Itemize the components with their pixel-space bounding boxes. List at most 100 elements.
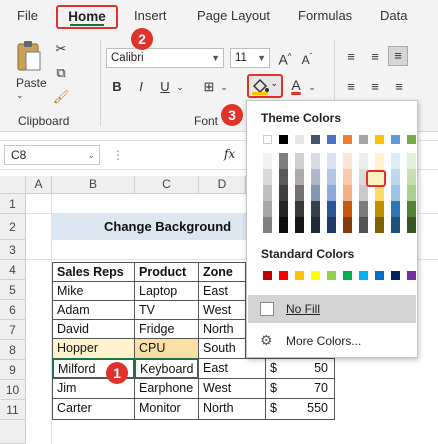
theme-shade-swatch[interactable] [375,217,384,233]
theme-color-swatch[interactable] [343,135,352,144]
standard-color-swatch[interactable] [343,271,352,280]
table-cell[interactable]: TV [134,300,199,320]
grow-font-icon[interactable]: A^ [276,48,294,69]
theme-color-swatch[interactable] [327,135,336,144]
table-cell[interactable]: Adam [52,300,135,320]
table-cell[interactable]: Fridge [134,319,199,339]
theme-shade-swatch[interactable] [327,217,336,233]
theme-shade-swatch[interactable] [263,153,272,169]
column-header-d[interactable]: D [199,176,246,194]
row-header[interactable]: 1 [0,194,26,214]
theme-shade-swatch[interactable] [407,153,416,169]
align-left-icon[interactable]: ≡ [342,78,360,96]
standard-color-swatch[interactable] [407,271,416,280]
table-header-cell[interactable]: Zone [198,262,246,282]
row-header[interactable]: 9 [0,360,26,380]
table-cell[interactable]: East [198,358,266,379]
amount-cell[interactable]: $ 50 [265,358,335,379]
tab-data[interactable]: Data [380,8,407,23]
theme-shade-swatch[interactable] [327,201,336,217]
font-color-button[interactable]: A [288,76,304,94]
sheet-title-cell[interactable]: Change Background [52,214,246,240]
theme-shade-swatch[interactable] [279,201,288,217]
theme-shade-swatch[interactable] [263,169,272,185]
theme-shade-swatch[interactable] [391,185,400,201]
table-cell[interactable]: Earphone [134,378,199,399]
fill-color-button[interactable]: ⌄ [247,74,283,98]
theme-shade-swatch[interactable] [311,153,320,169]
row-header[interactable]: 4 [0,260,26,280]
theme-shade-swatch[interactable] [295,169,304,185]
row-header[interactable]: 11 [0,400,26,420]
table-cell[interactable]: Carter [52,398,135,420]
table-cell[interactable]: West [198,300,246,320]
select-all-corner[interactable] [0,176,26,194]
table-cell[interactable]: Laptop [134,281,199,301]
row-header[interactable]: 2 [0,214,26,240]
font-size-dropdown[interactable]: 11 ▼ [230,48,270,68]
chevron-down-icon[interactable]: ⌄ [218,78,230,96]
theme-shade-swatch[interactable] [343,217,352,233]
name-box[interactable]: C8 ⌄ [4,145,100,165]
more-colors-option[interactable]: ⚙ More Colors... [248,327,416,353]
theme-color-swatch[interactable] [359,135,368,144]
theme-shade-swatch[interactable] [263,201,272,217]
copy-icon[interactable]: ⧉ [52,64,70,82]
table-cell[interactable]: Hopper [52,338,135,359]
fx-icon[interactable]: fx [224,147,235,161]
align-top-icon[interactable]: ≡ [342,48,360,66]
format-painter-icon[interactable]: 🖌 [52,88,70,106]
theme-color-swatch[interactable] [407,135,416,144]
table-cell[interactable]: David [52,319,135,339]
theme-shade-swatch[interactable] [407,201,416,217]
table-cell[interactable]: Keyboard [134,358,199,379]
theme-shade-swatch[interactable] [407,185,416,201]
theme-shade-swatch[interactable] [391,217,400,233]
theme-shade-swatch[interactable] [295,217,304,233]
theme-shade-swatch[interactable] [311,217,320,233]
theme-shade-swatch[interactable] [407,217,416,233]
standard-color-swatch[interactable] [279,271,288,280]
table-header-cell[interactable]: Sales Reps [52,262,135,282]
theme-shade-swatch[interactable] [279,153,288,169]
tab-page-layout[interactable]: Page Layout [197,8,270,23]
tab-formulas[interactable]: Formulas [298,8,352,23]
theme-shade-swatch[interactable] [311,185,320,201]
paste-dropdown-icon[interactable]: ⌄ [16,90,24,101]
theme-shade-swatch[interactable] [359,153,368,169]
table-cell[interactable]: Monitor [134,398,199,420]
theme-shade-swatch[interactable] [327,185,336,201]
chevron-down-icon[interactable]: ⌄ [306,78,318,96]
selected-swatch-highlight[interactable] [366,170,386,187]
row-header[interactable]: 7 [0,320,26,340]
theme-shade-swatch[interactable] [375,185,384,201]
tab-insert[interactable]: Insert [134,8,167,23]
standard-color-swatch[interactable] [375,271,384,280]
standard-color-swatch[interactable] [311,271,320,280]
underline-button[interactable]: U [156,78,174,96]
theme-shade-swatch[interactable] [279,185,288,201]
theme-shade-swatch[interactable] [295,153,304,169]
theme-shade-swatch[interactable] [391,201,400,217]
theme-color-swatch[interactable] [375,135,384,144]
theme-shade-swatch[interactable] [263,217,272,233]
row-header[interactable]: 5 [0,280,26,300]
tab-file[interactable]: File [17,8,38,23]
theme-color-swatch[interactable] [279,135,288,144]
bold-button[interactable]: B [108,78,126,96]
theme-shade-swatch[interactable] [263,185,272,201]
align-center-icon[interactable]: ≡ [366,78,384,96]
align-right-icon[interactable]: ≡ [390,78,408,96]
theme-shade-swatch[interactable] [375,201,384,217]
borders-icon[interactable]: ⊞ [200,78,218,96]
table-header-cell[interactable]: Product [134,262,199,282]
theme-shade-swatch[interactable] [391,153,400,169]
theme-shade-swatch[interactable] [391,169,400,185]
paste-button[interactable] [14,40,44,76]
theme-shade-swatch[interactable] [311,169,320,185]
theme-color-swatch[interactable] [263,135,272,144]
theme-shade-swatch[interactable] [407,169,416,185]
column-header-c[interactable]: C [135,176,199,194]
theme-shade-swatch[interactable] [359,217,368,233]
theme-color-swatch[interactable] [391,135,400,144]
